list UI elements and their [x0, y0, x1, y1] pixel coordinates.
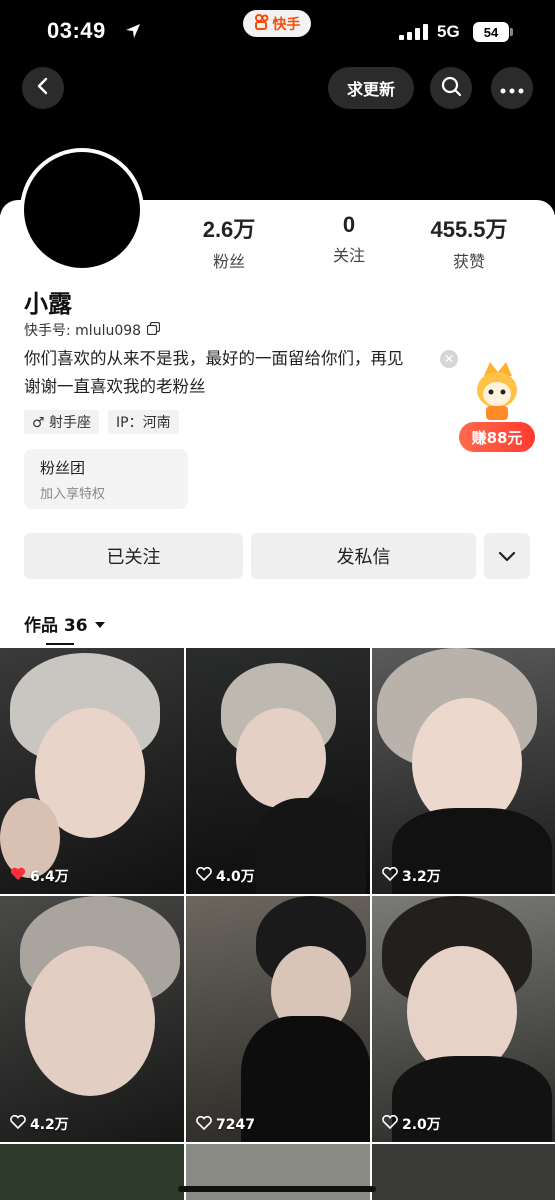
message-button[interactable]: 发私信 [251, 533, 476, 579]
heart-outline-icon [196, 866, 212, 885]
tag-ip: IP：河南 [108, 410, 179, 434]
display-name: 小露 [24, 290, 72, 318]
thumbnail-figure [256, 798, 366, 894]
heart-outline-icon [10, 1114, 26, 1133]
stat-value: 0 [342, 212, 356, 237]
status-time: 03:49 [47, 18, 106, 43]
signal-icon [399, 24, 429, 44]
like-count: 7247 [196, 1115, 255, 1134]
works-label: 作品 36 [24, 616, 88, 636]
stat-label: 关注 [332, 246, 365, 265]
like-value: 4.2万 [30, 1117, 69, 1133]
like-count: 4.0万 [196, 866, 255, 886]
stat-value: 2.6万 [202, 217, 256, 242]
request-update-button[interactable]: 求更新 [328, 67, 414, 109]
chevron-left-icon [33, 76, 53, 100]
heart-outline-icon [382, 866, 398, 885]
video-thumbnail[interactable]: 7247 [186, 896, 370, 1142]
stat-fans[interactable]: 2.6万 粉丝 [174, 212, 284, 272]
tag-label: ♂ 射手座 [32, 415, 92, 431]
more-button[interactable] [491, 67, 533, 109]
promo-widget[interactable]: 赚88元 [456, 360, 536, 456]
video-thumbnail[interactable]: 4.2万 [0, 896, 184, 1142]
fanclub-subtitle: 加入享特权 [40, 487, 106, 502]
promo-badge: 赚88元 [459, 422, 535, 452]
like-value: 7247 [216, 1117, 255, 1133]
like-count: 4.2万 [10, 1114, 69, 1134]
status-bar: 03:49 快手 5G 54 [0, 0, 555, 62]
search-icon [440, 75, 462, 101]
like-count: 6.4万 [10, 866, 69, 886]
stat-value: 455.5万 [430, 217, 508, 242]
stat-label: 粉丝 [212, 252, 245, 271]
thumbnail-figure [25, 946, 155, 1096]
like-value: 4.0万 [216, 869, 255, 885]
search-button[interactable] [430, 67, 472, 109]
tab-underline [46, 643, 74, 645]
video-thumbnail[interactable]: 3.2万 [372, 648, 555, 894]
like-count: 2.0万 [382, 1114, 441, 1134]
avatar[interactable] [20, 148, 144, 272]
video-thumbnail[interactable] [0, 1144, 184, 1200]
network-label: 5G [437, 22, 460, 41]
thumbnail-figure [241, 1016, 370, 1142]
followed-button[interactable]: 已关注 [24, 533, 243, 579]
bio: 你们喜欢的从来不是我，最好的一面留给你们，再见 谢谢一直喜欢我的老粉丝 [24, 345, 444, 401]
heart-outline-icon [196, 1115, 212, 1134]
heart-filled-icon [10, 867, 26, 885]
tag-zodiac: ♂ 射手座 [24, 410, 100, 434]
more-dots-icon [500, 79, 524, 98]
like-value: 6.4万 [30, 869, 69, 885]
battery-cap [510, 28, 513, 36]
user-id: 快手号: mlulu098 [24, 323, 142, 339]
copy-icon[interactable] [146, 321, 161, 339]
bio-line: 谢谢一直喜欢我的老粉丝 [24, 377, 206, 396]
like-count: 3.2万 [382, 866, 441, 886]
battery-indicator: 54 [473, 22, 509, 42]
thumbnail-figure [236, 708, 326, 808]
user-id-row: 快手号: mlulu098 [24, 320, 161, 340]
bio-line: 你们喜欢的从来不是我，最好的一面留给你们，再见 [24, 349, 404, 368]
fanclub-title: 粉丝团 [40, 459, 86, 477]
stat-likes[interactable]: 455.5万 获赞 [414, 212, 524, 272]
stat-following[interactable]: 0 关注 [294, 212, 404, 266]
fanclub-card[interactable]: 粉丝团 加入享特权 [24, 449, 188, 509]
video-thumbnail[interactable]: 2.0万 [372, 896, 555, 1142]
caret-down-icon [94, 614, 106, 634]
kuaishou-logo-icon [254, 13, 270, 34]
heart-outline-icon [382, 1114, 398, 1133]
like-value: 2.0万 [402, 1117, 441, 1133]
expand-button[interactable] [484, 533, 530, 579]
app-indicator-pill[interactable]: 快手 [243, 10, 311, 37]
tab-works[interactable]: 作品 36 [24, 611, 106, 636]
video-thumbnail[interactable] [372, 1144, 555, 1200]
video-thumbnail[interactable]: 6.4万 [0, 648, 184, 894]
video-thumbnail[interactable]: 4.0万 [186, 648, 370, 894]
like-value: 3.2万 [402, 869, 441, 885]
home-indicator [178, 1186, 376, 1192]
app-label: 快手 [272, 16, 301, 33]
stat-label: 获赞 [452, 252, 485, 271]
chevron-down-icon [498, 546, 516, 567]
mascot-icon [477, 362, 517, 420]
back-button[interactable] [22, 67, 64, 109]
tag-label: IP：河南 [116, 415, 171, 431]
location-arrow-icon [124, 22, 142, 44]
